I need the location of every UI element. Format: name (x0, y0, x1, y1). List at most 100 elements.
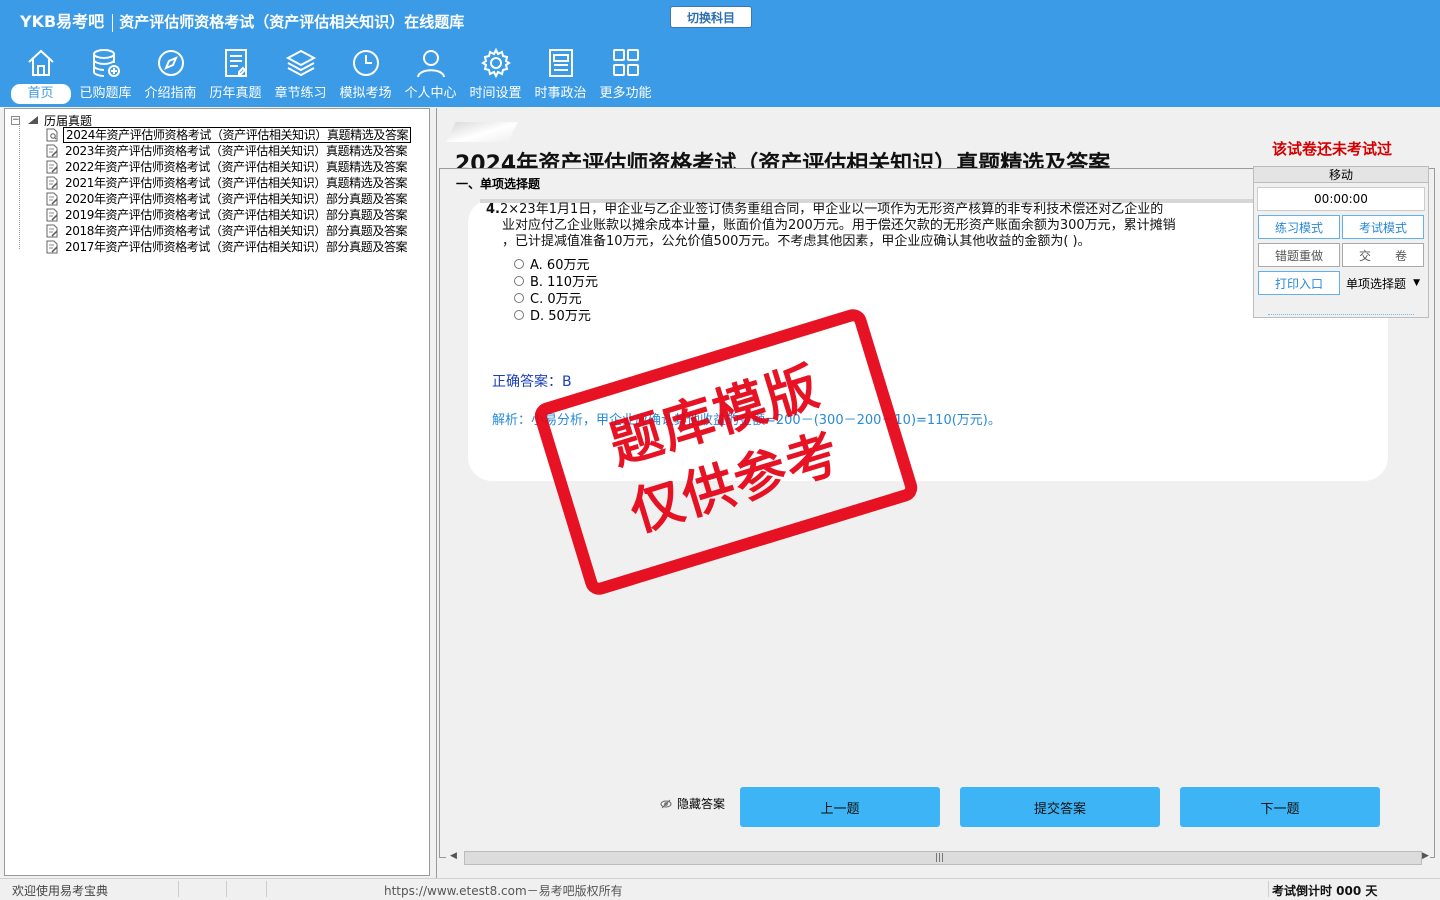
app-subtitle: 资产评估师资格考试（资产评估相关知识）在线题库 (119, 13, 465, 31)
tree-item-label: 2023年资产评估师资格考试（资产评估相关知识）真题精选及答案 (65, 144, 408, 158)
panel-drag-handle[interactable]: 移动 (1254, 167, 1428, 183)
status-welcome: 欢迎使用易考宝典 (12, 884, 109, 898)
question-type-value: 单项选择题 (1346, 276, 1407, 291)
status-bar: 欢迎使用易考宝典 https://www.etest8.com－易考吧版权所有 … (0, 878, 1440, 900)
grip-icon: ||| (935, 853, 945, 863)
brand-divider (112, 13, 114, 32)
status-divider (266, 881, 267, 897)
folder-icon (28, 116, 38, 124)
exam-title-bar: 2024年资产评估师资格考试（资产评估相关知识）真题精选及答案 (446, 122, 1251, 177)
panel-row: 练习模式 考试模式 (1258, 215, 1426, 239)
home-icon (27, 49, 54, 76)
horizontal-scrollbar[interactable]: ◀ ||| ▶ (446, 849, 1430, 867)
grid-icon (612, 49, 639, 76)
document-edit-icon (46, 240, 58, 254)
document-search-icon (46, 128, 58, 142)
nav-label: 模拟考场 (339, 86, 392, 101)
exam-countdown: 考试倒计时 000 天 (1272, 884, 1378, 898)
nav-guide[interactable]: 介绍指南 (138, 46, 203, 104)
option-d[interactable]: D. 50万元 (514, 306, 598, 324)
option-c[interactable]: C. 0万元 (514, 289, 598, 307)
question-text: 4.2×23年1月1日，甲企业与乙企业签订债务重组合同，甲企业以一项作为无形资产… (486, 202, 1256, 250)
nav-label: 章节练习 (274, 86, 327, 101)
hide-answer-toggle[interactable]: 隐藏答案 (660, 795, 725, 812)
collapse-icon[interactable]: − (11, 115, 20, 125)
switch-subject-button[interactable]: 切换科目 (670, 6, 752, 28)
tree-root-label: 历届真题 (44, 113, 93, 128)
nav-label: 首页 (10, 84, 71, 104)
status-copyright: https://www.etest8.com－易考吧版权所有 (384, 884, 623, 898)
tree-item-label: 2024年资产评估师资格考试（资产评估相关知识）真题精选及答案 (63, 127, 412, 143)
prev-question-button[interactable]: 上一题 (740, 787, 940, 827)
nav-label: 历年真题 (209, 86, 262, 101)
nav-home[interactable]: 首页 (8, 46, 73, 104)
tree-item[interactable]: 2023年资产评估师资格考试（资产评估相关知识）真题精选及答案 (45, 143, 409, 159)
hand-in-button[interactable]: 交 卷 (1342, 243, 1424, 267)
layers-icon (285, 49, 316, 77)
tree-item-label: 2020年资产评估师资格考试（资产评估相关知识）部分真题及答案 (65, 192, 408, 206)
nav-profile[interactable]: 个人中心 (398, 46, 463, 104)
exam-mode-button[interactable]: 考试模式 (1342, 215, 1424, 239)
nav-more[interactable]: 更多功能 (593, 46, 658, 104)
redo-wrong-button[interactable]: 错题重做 (1258, 243, 1340, 267)
news-icon (548, 49, 573, 77)
tree-item[interactable]: 2017年资产评估师资格考试（资产评估相关知识）部分真题及答案 (45, 239, 409, 255)
option-label: D. 50万元 (530, 309, 591, 324)
nav-label: 个人中心 (404, 86, 457, 101)
brand-logo: YKB易考吧 (20, 12, 105, 31)
nav-past-exams[interactable]: 历年真题 (203, 46, 268, 104)
eye-off-icon (660, 799, 672, 808)
question-line-1: 2×23年1月1日，甲企业与乙企业签订债务重组合同，甲企业以一项作为无形资产核算… (499, 202, 1164, 217)
tree-item[interactable]: 2022年资产评估师资格考试（资产评估相关知识）真题精选及答案 (45, 159, 409, 175)
floating-control-panel: 移动 00:00:00 练习模式 考试模式 错题重做 交 卷 打印入口 单项选择… (1253, 166, 1429, 318)
practice-mode-button[interactable]: 练习模式 (1258, 215, 1340, 239)
nav-label: 时事政治 (534, 86, 587, 101)
print-button[interactable]: 打印入口 (1258, 271, 1340, 295)
option-a[interactable]: A. 60万元 (514, 255, 598, 273)
radio-button[interactable] (514, 258, 524, 269)
user-icon (416, 50, 445, 78)
tree-item[interactable]: 2020年资产评估师资格考试（资产评估相关知识）部分真题及答案 (45, 191, 409, 207)
gear-icon (480, 47, 511, 79)
exam-tree-panel: − 历届真题 2024年资产评估师资格考试（资产评估相关知识）真题精选及答案 2… (4, 108, 430, 876)
question-number: 4. (486, 202, 500, 217)
tree-root[interactable]: − 历届真题 (11, 112, 92, 128)
scroll-left-icon[interactable]: ◀ (450, 851, 457, 861)
tree-item-label: 2022年资产评估师资格考试（资产评估相关知识）真题精选及答案 (65, 160, 408, 174)
scroll-right-icon[interactable]: ▶ (1422, 851, 1429, 861)
nav-current-affairs[interactable]: 时事政治 (528, 46, 593, 104)
next-question-button[interactable]: 下一题 (1180, 787, 1380, 827)
tree-item-label: 2017年资产评估师资格考试（资产评估相关知识）部分真题及答案 (65, 240, 408, 254)
nav-label: 已购题库 (79, 86, 132, 101)
radio-button[interactable] (514, 292, 524, 303)
nav-time-settings[interactable]: 时间设置 (463, 46, 528, 104)
document-edit-icon (46, 160, 58, 174)
scrollbar-thumb[interactable]: ||| (464, 851, 1422, 865)
document-edit-icon (46, 176, 58, 190)
page-curl-decoration (446, 122, 518, 142)
correct-answer: 正确答案：B (492, 374, 572, 390)
document-edit-icon (46, 144, 58, 158)
submit-answer-button[interactable]: 提交答案 (960, 787, 1160, 827)
brand: YKB易考吧 资产评估师资格考试（资产评估相关知识）在线题库 (20, 8, 464, 32)
status-divider (1268, 881, 1269, 897)
nav-label: 介绍指南 (144, 86, 197, 101)
tree-item[interactable]: 2018年资产评估师资格考试（资产评估相关知识）部分真题及答案 (45, 223, 409, 239)
nav-mock-exam[interactable]: 模拟考场 (333, 46, 398, 104)
tree-item[interactable]: 2024年资产评估师资格考试（资产评估相关知识）真题精选及答案 (45, 127, 412, 143)
radio-button[interactable] (514, 275, 524, 286)
nav-chapter-practice[interactable]: 章节练习 (268, 46, 333, 104)
nav-purchased[interactable]: 已购题库 (73, 46, 138, 104)
option-list: A. 60万元 B. 110万元 C. 0万元 D. 50万元 (514, 255, 598, 324)
question-type-select[interactable]: 单项选择题 ▼ (1342, 271, 1424, 295)
radio-button[interactable] (514, 309, 524, 320)
chevron-down-icon: ▼ (1413, 278, 1420, 288)
option-b[interactable]: B. 110万元 (514, 272, 598, 290)
tree-item[interactable]: 2019年资产评估师资格考试（资产评估相关知识）部分真题及答案 (45, 207, 409, 223)
database-icon (92, 49, 120, 77)
document-icon (224, 49, 247, 77)
tree-item-label: 2021年资产评估师资格考试（资产评估相关知识）真题精选及答案 (65, 176, 408, 190)
tree-connector (19, 121, 45, 249)
tree-item[interactable]: 2021年资产评估师资格考试（资产评估相关知识）真题精选及答案 (45, 175, 409, 191)
nav-label: 更多功能 (599, 86, 652, 101)
